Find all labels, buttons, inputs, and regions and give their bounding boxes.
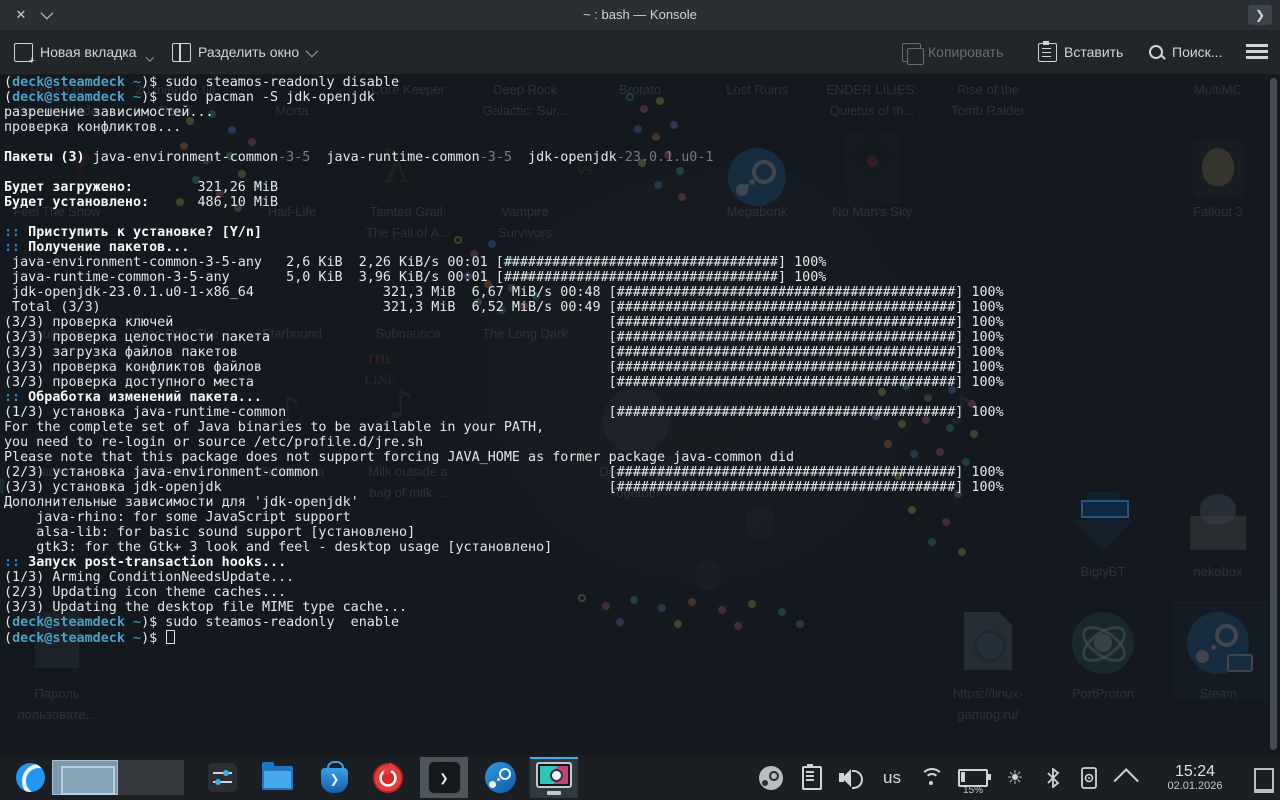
show-desktop-button[interactable] <box>1254 768 1274 793</box>
paste-button[interactable]: Вставить <box>1038 30 1123 74</box>
tray-brightness[interactable]: ☀ <box>998 755 1032 800</box>
copy-icon <box>902 43 921 62</box>
discover-icon <box>321 768 348 793</box>
virtual-desktop-2[interactable] <box>118 760 184 795</box>
task-discover[interactable] <box>310 757 358 798</box>
system-settings-icon <box>208 763 237 792</box>
tray-keyboard-layout[interactable]: us <box>876 755 908 800</box>
virtual-desktop-pager[interactable] <box>52 760 184 795</box>
new-tab-icon <box>14 43 33 62</box>
chevron-down-icon <box>306 44 319 57</box>
chevron-up-icon <box>1113 768 1138 793</box>
konsole-icon: ❯ <box>428 761 461 794</box>
terminal-scrollbar[interactable] <box>1270 78 1277 750</box>
spectacle-icon <box>536 762 572 788</box>
clock-date: 02.01.2026 <box>1167 780 1222 793</box>
clock[interactable]: 15:24 02.01.2026 <box>1152 755 1238 800</box>
battery-percent-label: 15% <box>963 785 983 796</box>
titlebar[interactable]: ✕ ~ : bash — Konsole ❯ <box>0 0 1280 30</box>
split-window-label: Разделить окно <box>198 44 299 60</box>
paste-label: Вставить <box>1064 44 1123 60</box>
app-launcher-button[interactable] <box>16 763 45 792</box>
task-steam[interactable] <box>476 757 524 798</box>
volume-icon <box>839 767 865 789</box>
taskbar: ❯ us 15% ☀ <box>0 755 1280 800</box>
wifi-icon <box>919 768 945 788</box>
tray-battery[interactable]: 15% <box>954 755 992 800</box>
window-title: ~ : bash — Konsole <box>0 0 1280 30</box>
new-tab-label: Новая вкладка <box>40 44 137 60</box>
tray-expand[interactable] <box>1112 755 1146 800</box>
search-label: Поиск... <box>1172 44 1222 60</box>
clipboard-icon <box>802 766 822 790</box>
brightness-sun-icon: ☀ <box>1006 767 1023 789</box>
virtual-desktop-1[interactable] <box>52 760 118 795</box>
toolbar: Новая вкладка Разделить окно Копировать … <box>0 30 1280 75</box>
copy-button[interactable]: Копировать <box>905 30 1003 74</box>
clock-time: 15:24 <box>1175 763 1215 780</box>
split-window-button[interactable]: Разделить окно <box>172 30 315 74</box>
keyboard-layout-label: us <box>883 768 901 788</box>
screen: ♥ λ ♪ ♪ ♪ Return toGaming Mode20 minutes… <box>0 0 1280 800</box>
tray-clipboard[interactable] <box>798 755 826 800</box>
phone-gear-icon <box>1081 767 1097 789</box>
task-spectacle[interactable] <box>530 757 578 798</box>
bluetooth-icon <box>1046 768 1060 788</box>
task-dolphin[interactable] <box>253 757 301 798</box>
tray-kdeconnect[interactable] <box>1074 755 1104 800</box>
task-red-browser[interactable] <box>364 757 412 798</box>
task-system-settings[interactable] <box>198 757 246 798</box>
red-browser-icon <box>373 763 403 793</box>
tray-volume[interactable] <box>836 755 868 800</box>
split-window-icon <box>172 43 191 62</box>
copy-label: Копировать <box>928 44 1003 60</box>
chevron-down-icon <box>145 53 153 61</box>
hamburger-menu-icon[interactable] <box>1246 44 1268 47</box>
task-konsole-active[interactable]: ❯ <box>420 757 468 798</box>
dolphin-folder-icon <box>262 766 293 790</box>
battery-icon <box>958 769 988 787</box>
steam-icon <box>485 762 516 793</box>
tray-wifi[interactable] <box>916 755 948 800</box>
terminal-output[interactable]: (deck@steamdeck ~)$ sudo steamos-readonl… <box>4 75 1004 645</box>
search-button[interactable]: Поиск... <box>1148 30 1222 74</box>
tray-steam[interactable] <box>756 755 786 800</box>
search-icon <box>1148 44 1165 61</box>
steam-tray-icon <box>759 766 783 790</box>
new-tab-button[interactable]: Новая вкладка <box>14 30 150 74</box>
tray-bluetooth[interactable] <box>1040 755 1066 800</box>
paste-icon <box>1038 43 1057 62</box>
chevron-right-icon[interactable]: ❯ <box>1248 5 1272 25</box>
